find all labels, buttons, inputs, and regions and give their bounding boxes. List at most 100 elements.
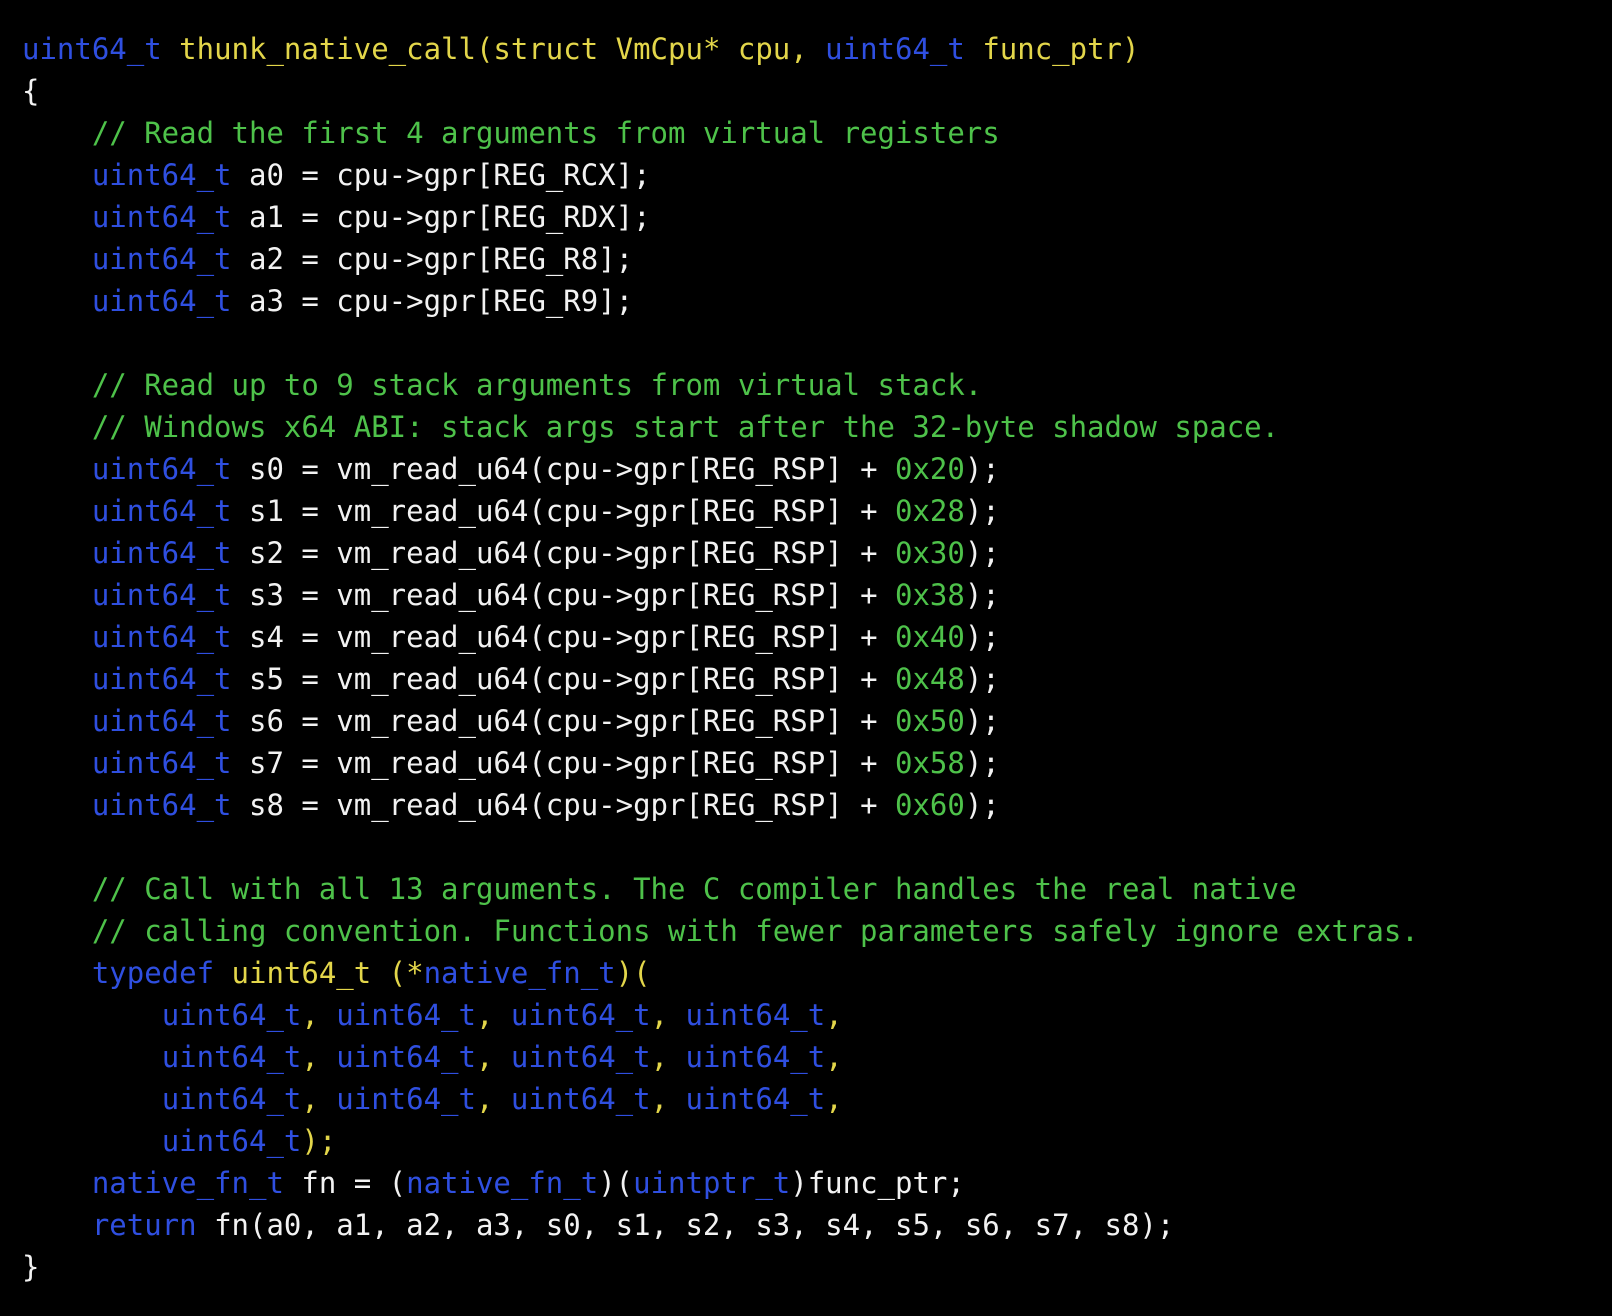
code-token-plain: s6 = vm_read_u64(cpu->gpr[REG_RSP] + — [231, 704, 895, 738]
code-token-plain: ); — [964, 452, 1000, 486]
code-line: uint64_t a0 = cpu->gpr[REG_RCX]; — [22, 154, 1612, 196]
code-token-type: uint64_t — [91, 452, 232, 486]
code-line: // Call with all 13 arguments. The C com… — [22, 868, 1612, 910]
code-token-type: uint64_t — [91, 284, 232, 318]
code-token-plain: ); — [964, 620, 1000, 654]
code-token-type: native_fn_t — [91, 1166, 284, 1200]
code-token-type: uint64_t — [91, 662, 232, 696]
code-token-number: 0x60 — [895, 788, 965, 822]
code-line: uint64_t, uint64_t, uint64_t, uint64_t, — [22, 1078, 1612, 1120]
code-token-type: uintptr_t — [633, 1166, 791, 1200]
code-token-plain: fn = ( — [283, 1166, 407, 1200]
code-token-number: 0x50 — [895, 704, 965, 738]
code-line: uint64_t); — [22, 1120, 1612, 1162]
code-token-plain: )func_ptr; — [790, 1166, 965, 1200]
code-token-type: uint64_t — [510, 998, 651, 1032]
code-editor: uint64_t thunk_native_call(struct VmCpu*… — [0, 0, 1612, 1316]
code-line: uint64_t s1 = vm_read_u64(cpu->gpr[REG_R… — [22, 490, 1612, 532]
code-token-plain: a3 = cpu->gpr[REG_R9]; — [231, 284, 634, 318]
code-token-func: , — [825, 998, 843, 1032]
code-line: uint64_t s2 = vm_read_u64(cpu->gpr[REG_R… — [22, 532, 1612, 574]
code-token-comment: // calling convention. Functions with fe… — [22, 914, 1419, 948]
code-token-plain: a1 = cpu->gpr[REG_RDX]; — [231, 200, 651, 234]
code-token-comment: // Read up to 9 stack arguments from vir… — [22, 368, 983, 402]
code-token-plain: )( — [598, 1166, 634, 1200]
code-token-type: uint64_t — [161, 1124, 302, 1158]
code-token-func: , — [825, 1040, 843, 1074]
code-token-plain: ); — [964, 578, 1000, 612]
code-line: // Windows x64 ABI: stack args start aft… — [22, 406, 1612, 448]
code-token-plain: s1 = vm_read_u64(cpu->gpr[REG_RSP] + — [231, 494, 895, 528]
code-token-plain: ); — [964, 494, 1000, 528]
code-token-func: , — [475, 998, 511, 1032]
code-token-number: 0x30 — [895, 536, 965, 570]
code-line: uint64_t a1 = cpu->gpr[REG_RDX]; — [22, 196, 1612, 238]
code-token-type: uint64_t — [91, 788, 232, 822]
code-token-type: uint64_t — [336, 1040, 476, 1074]
code-token-func: , — [301, 1040, 337, 1074]
code-token-number: 0x40 — [895, 620, 965, 654]
code-token-keyword: return — [91, 1208, 197, 1242]
code-token-plain: ); — [964, 662, 1000, 696]
code-token-func: func_ptr) — [964, 32, 1140, 66]
code-token-plain: s7 = vm_read_u64(cpu->gpr[REG_RSP] + — [231, 746, 895, 780]
code-line: } — [22, 1246, 1612, 1288]
code-token-plain: s0 = vm_read_u64(cpu->gpr[REG_RSP] + — [231, 452, 895, 486]
code-token-type: uint64_t — [91, 158, 232, 192]
code-token-type: native_fn_t — [423, 956, 616, 990]
code-line: return fn(a0, a1, a2, a3, s0, s1, s2, s3… — [22, 1204, 1612, 1246]
code-token-type: native_fn_t — [406, 1166, 599, 1200]
code-token-type: uint64_t — [336, 998, 476, 1032]
code-line: uint64_t s4 = vm_read_u64(cpu->gpr[REG_R… — [22, 616, 1612, 658]
code-token-type: uint64_t — [91, 578, 232, 612]
code-token-func: , — [475, 1082, 511, 1116]
code-line: uint64_t, uint64_t, uint64_t, uint64_t, — [22, 1036, 1612, 1078]
code-token-comment: // Windows x64 ABI: stack args start aft… — [22, 410, 1280, 444]
code-token-type: uint64_t — [161, 1082, 302, 1116]
code-line: uint64_t s6 = vm_read_u64(cpu->gpr[REG_R… — [22, 700, 1612, 742]
code-token-type: uint64_t — [685, 1040, 826, 1074]
code-token-type: uint64_t — [510, 1082, 651, 1116]
code-line: uint64_t s0 = vm_read_u64(cpu->gpr[REG_R… — [22, 448, 1612, 490]
code-token-plain: s2 = vm_read_u64(cpu->gpr[REG_RSP] + — [231, 536, 895, 570]
code-token-plain: { — [22, 74, 40, 108]
code-line: uint64_t s3 = vm_read_u64(cpu->gpr[REG_R… — [22, 574, 1612, 616]
code-token-func: )( — [615, 956, 651, 990]
code-token-plain: s3 = vm_read_u64(cpu->gpr[REG_RSP] + — [231, 578, 895, 612]
code-token-number: 0x58 — [895, 746, 965, 780]
code-line: uint64_t thunk_native_call(struct VmCpu*… — [22, 28, 1612, 70]
code-line: uint64_t s7 = vm_read_u64(cpu->gpr[REG_R… — [22, 742, 1612, 784]
code-token-type: uint64_t — [510, 1040, 651, 1074]
code-token-func: , — [650, 1040, 686, 1074]
code-token-type: uint64_t — [91, 746, 232, 780]
code-line: native_fn_t fn = (native_fn_t)(uintptr_t… — [22, 1162, 1612, 1204]
code-token-type: uint64_t — [91, 704, 232, 738]
code-token-type: uint64_t — [91, 620, 232, 654]
code-block: uint64_t thunk_native_call(struct VmCpu*… — [22, 28, 1612, 1288]
code-token-number: 0x38 — [895, 578, 965, 612]
code-token-type: uint64_t — [91, 200, 232, 234]
code-token-func: , — [301, 998, 337, 1032]
code-token-plain: ); — [964, 536, 1000, 570]
code-token-type: uint64_t — [161, 1040, 302, 1074]
code-token-func: uint64_t (* — [214, 956, 424, 990]
code-token-number: 0x20 — [895, 452, 965, 486]
code-token-type: uint64_t — [685, 998, 826, 1032]
code-line: uint64_t, uint64_t, uint64_t, uint64_t, — [22, 994, 1612, 1036]
code-line: uint64_t a3 = cpu->gpr[REG_R9]; — [22, 280, 1612, 322]
